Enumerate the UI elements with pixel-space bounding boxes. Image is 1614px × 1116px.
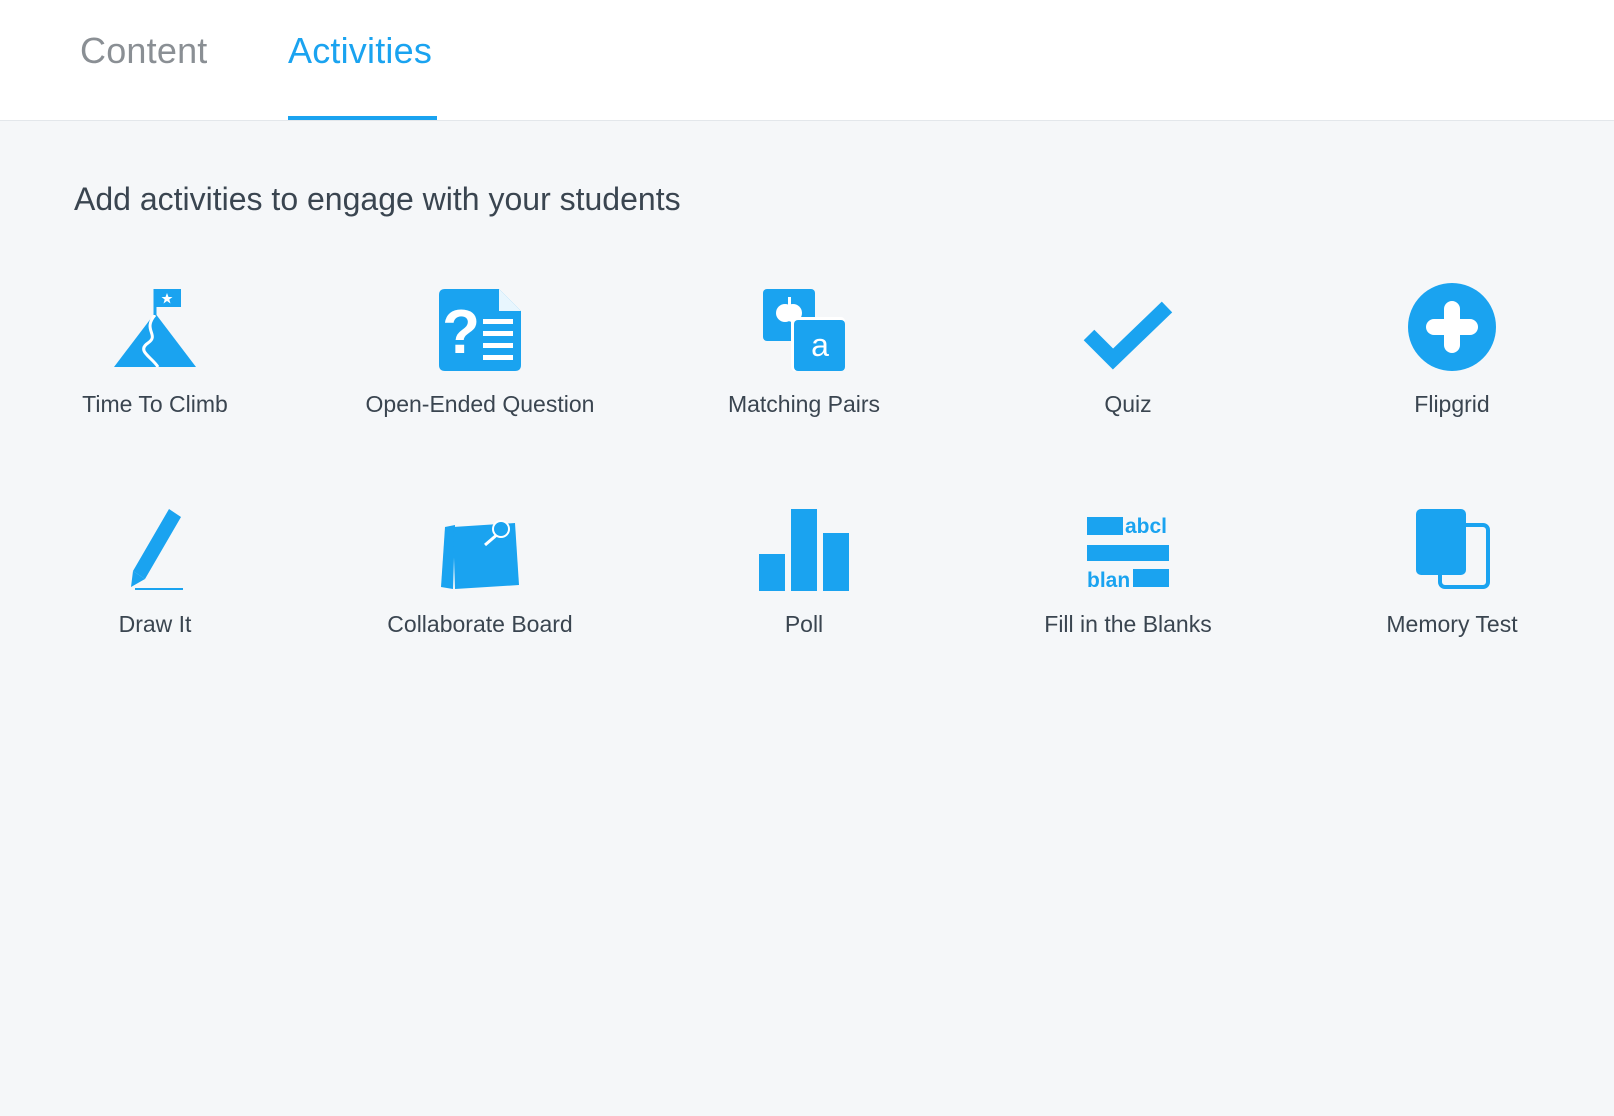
pencil-icon bbox=[131, 509, 183, 590]
sticky-note-pin-icon bbox=[441, 520, 519, 589]
activity-collaborate-board[interactable]: Collaborate Board bbox=[330, 505, 630, 638]
bar-chart-icon bbox=[759, 509, 849, 591]
fill-blanks-icon-text-bottom: blan bbox=[1087, 569, 1130, 591]
plus-circle-icon bbox=[1408, 283, 1496, 371]
page-heading: Add activities to engage with your stude… bbox=[74, 181, 681, 217]
checkmark-icon bbox=[1083, 301, 1173, 370]
activity-label: Memory Test bbox=[1386, 611, 1518, 637]
mountain-flag-icon bbox=[114, 289, 196, 368]
activity-label: Matching Pairs bbox=[727, 391, 881, 417]
activity-open-ended-question[interactable]: ? Open-Ended Question bbox=[330, 285, 630, 418]
activity-memory-test[interactable]: Memory Test bbox=[1302, 505, 1602, 638]
fill-blanks-icon: abcl blan bbox=[1087, 515, 1169, 591]
activity-label: Quiz bbox=[1104, 391, 1152, 417]
tab-bar: Content Activities bbox=[0, 0, 1614, 121]
fill-blanks-icon-text-top: abcl bbox=[1125, 515, 1167, 538]
activity-matching-pairs[interactable]: a Matching Pairs bbox=[654, 285, 954, 418]
active-tab-indicator bbox=[288, 116, 437, 120]
activity-poll[interactable]: Poll bbox=[654, 505, 954, 638]
activity-label: Draw It bbox=[118, 611, 192, 637]
svg-text:?: ? bbox=[442, 298, 480, 367]
tab-content[interactable]: Content bbox=[80, 30, 208, 72]
activity-label: Flipgrid bbox=[1414, 391, 1490, 417]
activity-label: Open-Ended Question bbox=[365, 391, 595, 417]
question-document-icon: ? bbox=[439, 289, 521, 371]
memory-cards-icon bbox=[1416, 509, 1490, 589]
activity-fill-in-the-blanks[interactable]: abcl blan Fill in the Blanks bbox=[978, 505, 1278, 638]
activity-time-to-climb[interactable]: Time To Climb bbox=[5, 285, 305, 418]
activity-flipgrid[interactable]: Flipgrid bbox=[1302, 283, 1602, 418]
matching-cards-icon: a bbox=[763, 289, 845, 371]
activity-quiz[interactable]: Quiz bbox=[978, 285, 1278, 418]
activity-draw-it[interactable]: Draw It bbox=[5, 505, 305, 638]
svg-text:a: a bbox=[811, 327, 829, 363]
activity-label: Poll bbox=[784, 611, 824, 637]
tab-activities[interactable]: Activities bbox=[288, 30, 432, 72]
activity-label: Time To Climb bbox=[82, 391, 228, 417]
activity-label: Collaborate Board bbox=[387, 611, 573, 637]
activity-label: Fill in the Blanks bbox=[1044, 611, 1212, 637]
